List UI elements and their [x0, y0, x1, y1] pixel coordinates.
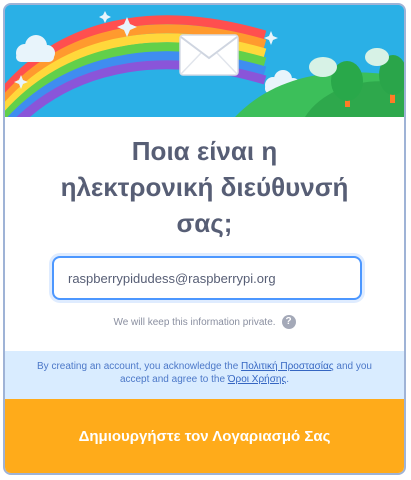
consent-notice: By creating an account, you acknowledge …: [5, 351, 404, 399]
terms-of-use-link[interactable]: Όροι Χρήσης: [228, 374, 286, 385]
privacy-note-row: We will keep this information private.?: [5, 315, 404, 331]
envelope-icon: [179, 34, 239, 76]
question-line-2: ηλεκτρονική διεύθυνσή: [60, 172, 349, 202]
signup-modal: Ποια είναι η ηλεκτρονική διεύθυνσή σας; …: [3, 3, 406, 475]
page: Ποια είναι η ηλεκτρονική διεύθυνσή σας; …: [0, 0, 411, 480]
question-line-3: σας;: [176, 208, 233, 238]
consent-prefix: By creating an account, you acknowledge …: [37, 361, 242, 372]
question-line-1: Ποια είναι η: [131, 136, 278, 166]
consent-suffix: .: [286, 374, 290, 385]
create-account-button[interactable]: Δημιουργήστε τον Λογαριασμό Σας: [5, 399, 404, 473]
question-heading: Ποια είναι η ηλεκτρονική διεύθυνσή σας;: [5, 133, 404, 241]
privacy-note: We will keep this information private.: [113, 317, 276, 328]
header-illustration: [5, 5, 404, 117]
question-mark-icon[interactable]: ?: [281, 315, 296, 330]
email-input[interactable]: [52, 256, 362, 300]
privacy-policy-link[interactable]: Πολιτική Προστασίας: [241, 361, 334, 372]
